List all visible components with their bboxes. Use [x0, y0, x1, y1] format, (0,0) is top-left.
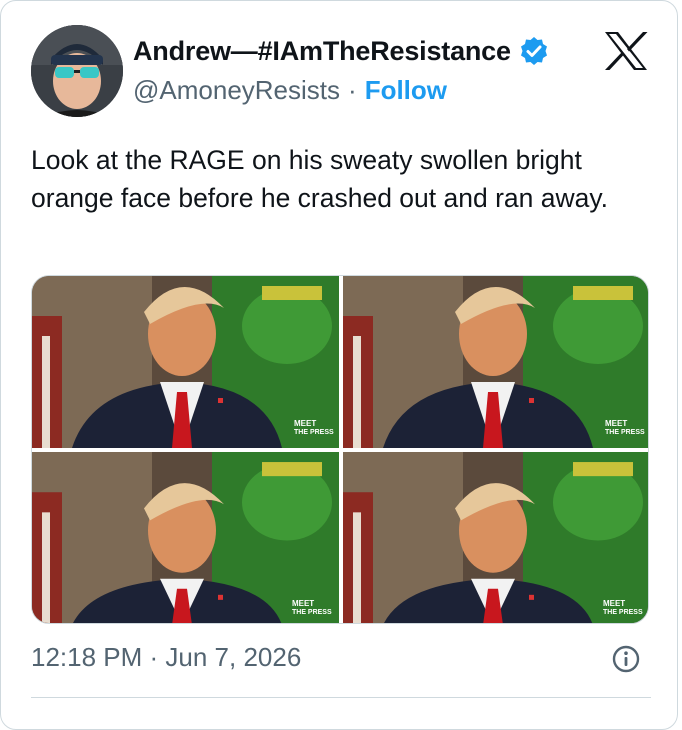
- author-name-row: Andrew—#IAmTheResistance: [133, 33, 549, 69]
- avatar-image: [31, 25, 123, 117]
- media-grid: MEET THE PRESS MEET THE PRESS MEET THE PRESS M…: [31, 275, 649, 624]
- media-photo-2[interactable]: MEET THE PRESS: [343, 276, 648, 448]
- media-photo-1[interactable]: MEET THE PRESS: [32, 276, 339, 448]
- tweet-card: Andrew—#IAmTheResistance @AmoneyResists …: [0, 0, 678, 730]
- tweet-timestamp[interactable]: 12:18 PM · Jun 7, 2026: [31, 642, 301, 673]
- svg-text:MEET: MEET: [294, 419, 316, 428]
- author-handle[interactable]: @AmoneyResists: [133, 75, 340, 106]
- follow-button[interactable]: Follow: [365, 75, 447, 106]
- info-icon[interactable]: [612, 645, 640, 673]
- avatar[interactable]: [31, 25, 123, 117]
- x-logo-icon[interactable]: [603, 31, 649, 71]
- tweet-text: Look at the RAGE on his sweaty swollen b…: [31, 145, 609, 213]
- separator-dot: ·: [348, 75, 357, 105]
- verified-badge-icon: [519, 36, 549, 66]
- svg-text:THE PRESS: THE PRESS: [294, 429, 334, 436]
- divider: [31, 697, 651, 698]
- svg-text:THE PRESS: THE PRESS: [605, 429, 645, 436]
- media-photo-4[interactable]: MEET THE PRESS: [343, 452, 648, 623]
- svg-text:MEET: MEET: [605, 419, 627, 428]
- svg-text:MEET: MEET: [603, 599, 625, 608]
- svg-text:THE PRESS: THE PRESS: [292, 609, 332, 616]
- author-handle-row: @AmoneyResists · Follow: [133, 75, 447, 106]
- author-display-name[interactable]: Andrew—#IAmTheResistance: [133, 36, 511, 67]
- svg-text:THE PRESS: THE PRESS: [603, 609, 643, 616]
- svg-text:MEET: MEET: [292, 599, 314, 608]
- media-photo-3[interactable]: MEET THE PRESS: [32, 452, 339, 623]
